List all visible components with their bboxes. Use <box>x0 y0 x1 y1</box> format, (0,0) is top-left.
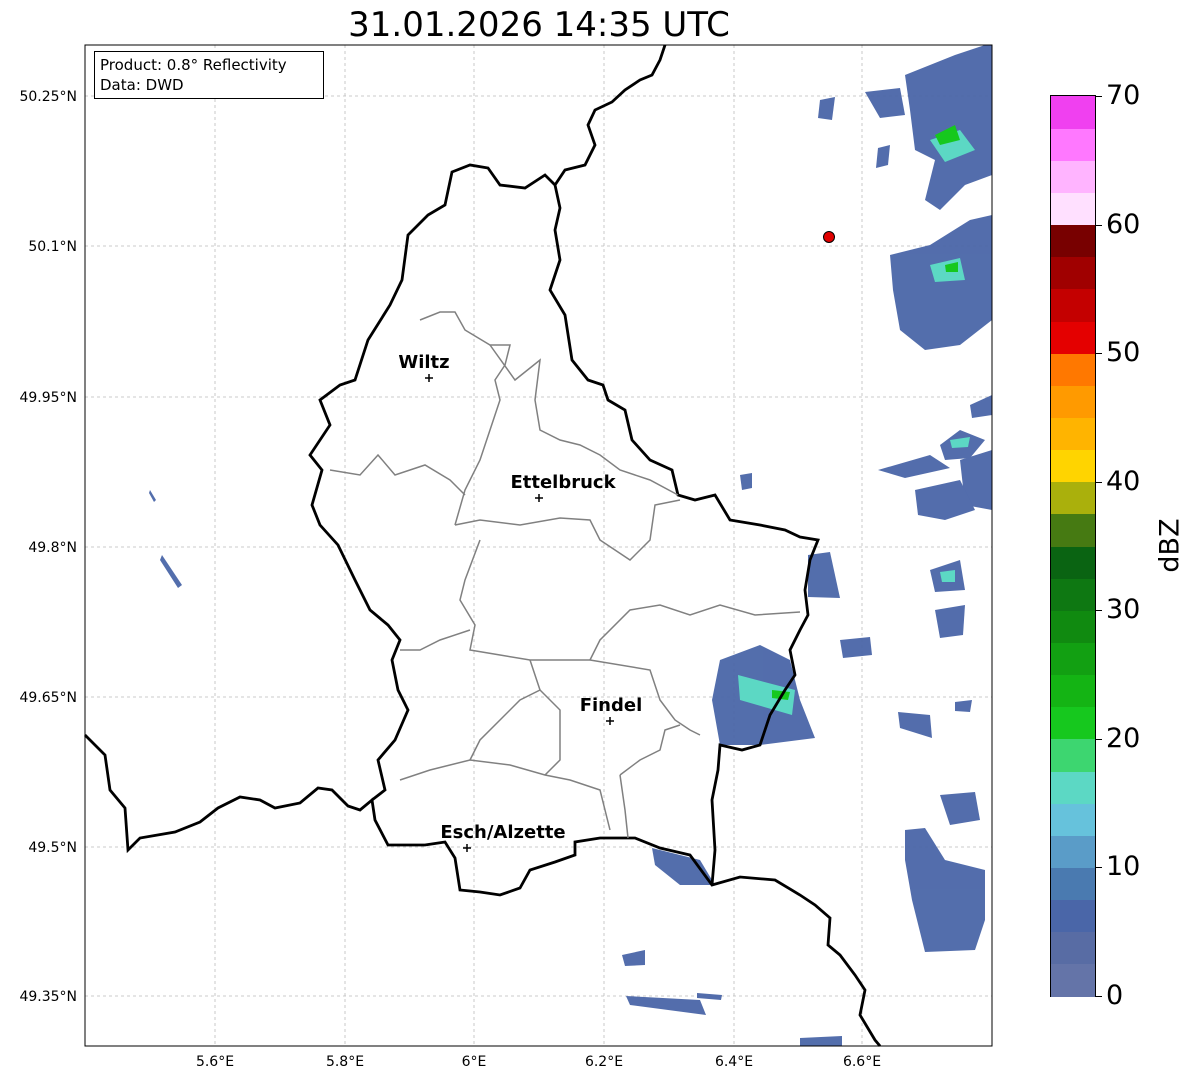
colorbar-segment <box>1051 610 1095 644</box>
lon-label: 6.6°E <box>843 1054 881 1070</box>
colorbar-tick <box>1096 481 1102 483</box>
lat-label: 49.35°N <box>19 989 77 1005</box>
colorbar-segment <box>1051 481 1095 515</box>
colorbar-tick-label: 70 <box>1106 80 1141 111</box>
product-label: Product: 0.8° Reflectivity <box>100 56 287 74</box>
colorbar-segment <box>1051 385 1095 419</box>
colorbar-segment <box>1051 642 1095 676</box>
colorbar-segment <box>1051 931 1095 965</box>
colorbar-segment <box>1051 449 1095 483</box>
lon-label: 5.8°E <box>326 1054 364 1070</box>
lat-label: 49.65°N <box>19 690 77 706</box>
colorbar <box>1050 95 1096 997</box>
colorbar-segment <box>1051 706 1095 740</box>
colorbar-tick <box>1096 610 1102 612</box>
colorbar-segment <box>1051 321 1095 354</box>
lon-tick-labels: 5.6°E 5.8°E 6°E 6.2°E 6.4°E 6.6°E <box>196 1054 881 1070</box>
colorbar-tick-label: 60 <box>1106 208 1141 240</box>
colorbar-segment <box>1051 96 1095 129</box>
map-frame <box>85 45 992 1046</box>
town-label-wiltz: Wiltz <box>398 352 449 373</box>
lat-label: 50.1°N <box>28 239 77 255</box>
lat-label: 49.8°N <box>28 540 77 556</box>
colorbar-tick-label: 50 <box>1106 337 1141 369</box>
colorbar-segment <box>1051 674 1095 708</box>
colorbar-segment <box>1051 803 1095 836</box>
colorbar-segment <box>1051 771 1095 804</box>
colorbar-segment <box>1051 867 1095 901</box>
colorbar-tick-label: 10 <box>1106 851 1141 883</box>
colorbar-tick <box>1096 224 1102 226</box>
colorbar-segment <box>1051 160 1095 194</box>
radar-site-marker <box>823 231 835 243</box>
colorbar-segment <box>1051 288 1095 322</box>
town-label-esch-alzette: Esch/Alzette <box>440 822 565 843</box>
colorbar-tick-label: 20 <box>1106 722 1141 754</box>
lon-label: 6.2°E <box>585 1054 623 1070</box>
data-source-label: Data: DWD <box>100 76 184 94</box>
colorbar-segment <box>1051 128 1095 161</box>
colorbar-tick-label: 30 <box>1106 594 1141 626</box>
colorbar-label: dBZ <box>1154 518 1184 573</box>
lat-label: 50.25°N <box>19 89 77 105</box>
colorbar-segment <box>1051 963 1095 997</box>
colorbar-segment <box>1051 353 1095 386</box>
colorbar-tick <box>1096 867 1102 869</box>
info-box: Product: 0.8° Reflectivity Data: DWD <box>94 51 324 99</box>
colorbar-segment <box>1051 578 1095 611</box>
colorbar-segment <box>1051 899 1095 933</box>
colorbar-tick <box>1096 353 1102 355</box>
colorbar-segment <box>1051 224 1095 258</box>
colorbar-tick-label: 0 <box>1106 980 1124 1011</box>
colorbar-tick <box>1096 96 1102 97</box>
colorbar-segment <box>1051 256 1095 290</box>
colorbar-segment <box>1051 835 1095 869</box>
town-label-findel: Findel <box>580 695 643 716</box>
lat-label: 49.95°N <box>19 390 77 406</box>
radar-map: 50.25°N 50.1°N 49.95°N 49.8°N 49.65°N 49… <box>19 44 993 1070</box>
colorbar-segment <box>1051 738 1095 772</box>
colorbar-segment <box>1051 546 1095 579</box>
colorbar-tick <box>1096 996 1102 997</box>
colorbar-segment <box>1051 192 1095 226</box>
colorbar-segment <box>1051 417 1095 451</box>
colorbar-tick <box>1096 738 1102 740</box>
lon-label: 6.4°E <box>715 1054 753 1070</box>
colorbar-segment <box>1051 513 1095 547</box>
colorbar-tick-label: 40 <box>1106 465 1141 497</box>
lat-tick-labels: 50.25°N 50.1°N 49.95°N 49.8°N 49.65°N 49… <box>19 89 77 1005</box>
lon-label: 6°E <box>462 1054 487 1070</box>
town-label-ettelbruck: Ettelbruck <box>510 472 616 493</box>
lat-label: 49.5°N <box>28 840 77 856</box>
lon-label: 5.6°E <box>196 1054 234 1070</box>
